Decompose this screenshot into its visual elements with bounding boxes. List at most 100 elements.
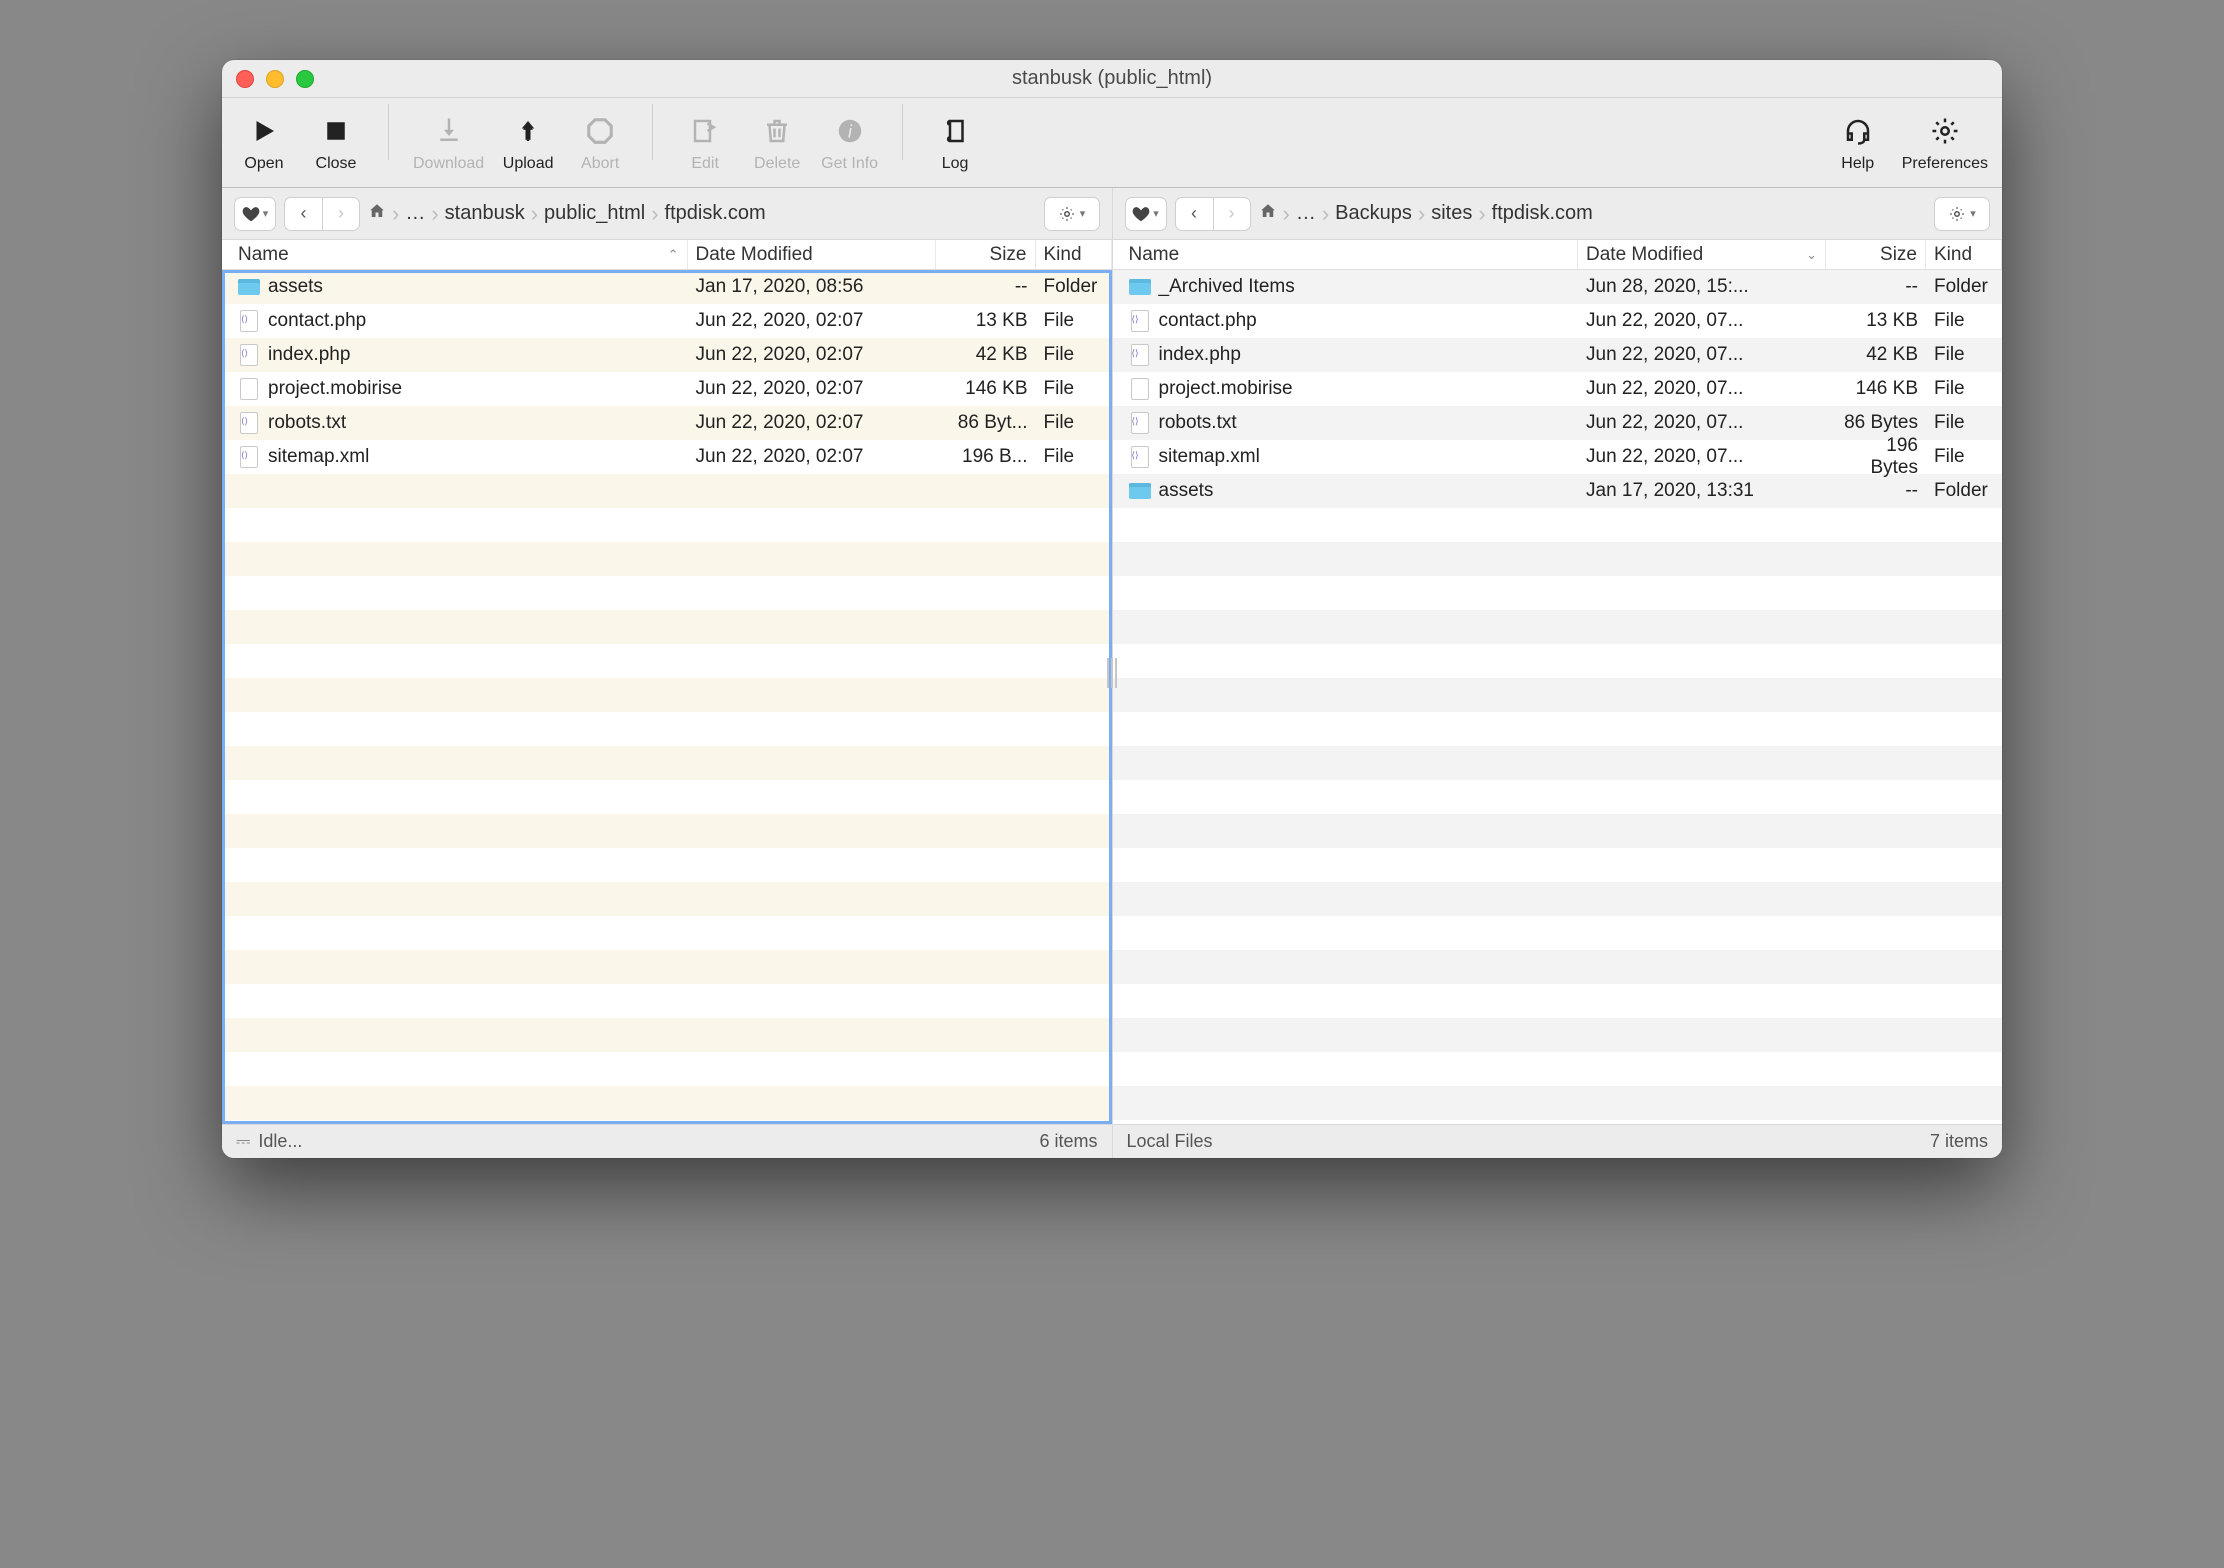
file-row[interactable]: index.phpJun 22, 2020, 02:0742 KBFile xyxy=(222,338,1112,372)
favorites-button[interactable]: ▾ xyxy=(1125,197,1167,231)
remote-breadcrumb[interactable]: › … › stanbusk › public_html › ftpdisk.c… xyxy=(368,201,1036,227)
file-row[interactable]: sitemap.xmlJun 22, 2020, 02:07196 B...Fi… xyxy=(222,440,1112,474)
column-kind[interactable]: Kind xyxy=(1036,240,1112,269)
close-window-button[interactable] xyxy=(236,70,254,88)
file-name: assets xyxy=(1159,480,1214,502)
empty-row xyxy=(222,1018,1112,1052)
edit-button[interactable]: Edit xyxy=(677,109,733,173)
file-icon xyxy=(1129,412,1151,434)
empty-row xyxy=(1113,882,2003,916)
titlebar[interactable]: stanbusk (public_html) xyxy=(222,60,2002,98)
file-row[interactable]: project.mobiriseJun 22, 2020, 07...146 K… xyxy=(1113,372,2003,406)
folder-icon xyxy=(1129,480,1151,502)
minimize-window-button[interactable] xyxy=(266,70,284,88)
file-name: contact.php xyxy=(268,310,366,332)
traffic-lights xyxy=(236,70,314,88)
back-button[interactable]: ‹ xyxy=(284,197,322,231)
forward-button[interactable]: › xyxy=(1213,197,1251,231)
edit-icon xyxy=(690,109,720,153)
file-row[interactable]: index.phpJun 22, 2020, 07...42 KBFile xyxy=(1113,338,2003,372)
getinfo-button[interactable]: i Get Info xyxy=(821,109,878,173)
empty-row xyxy=(1113,950,2003,984)
status-text: Local Files xyxy=(1127,1131,1213,1152)
file-row[interactable]: assetsJan 17, 2020, 13:31--Folder xyxy=(1113,474,2003,508)
remote-statusbar: ⎓ Idle... 6 items xyxy=(222,1124,1112,1158)
empty-row xyxy=(222,508,1112,542)
file-row[interactable]: project.mobiriseJun 22, 2020, 02:07146 K… xyxy=(222,372,1112,406)
file-kind: File xyxy=(1036,412,1112,434)
folder-icon xyxy=(238,276,260,298)
empty-row xyxy=(1113,746,2003,780)
local-statusbar: Local Files 7 items xyxy=(1113,1124,2003,1158)
empty-row xyxy=(222,950,1112,984)
empty-row xyxy=(1113,780,2003,814)
file-size: 13 KB xyxy=(936,310,1036,332)
empty-row xyxy=(222,984,1112,1018)
home-icon[interactable] xyxy=(368,202,386,226)
file-date: Jun 22, 2020, 07... xyxy=(1578,310,1826,332)
log-icon xyxy=(940,109,970,153)
file-date: Jun 22, 2020, 07... xyxy=(1578,344,1826,366)
file-row[interactable]: contact.phpJun 22, 2020, 02:0713 KBFile xyxy=(222,304,1112,338)
stop-icon xyxy=(321,109,351,153)
file-icon xyxy=(238,412,260,434)
empty-row xyxy=(222,780,1112,814)
column-name[interactable]: Name ⌃ xyxy=(230,240,688,269)
favorites-button[interactable]: ▾ xyxy=(234,197,276,231)
empty-row xyxy=(222,1052,1112,1086)
file-date: Jun 22, 2020, 02:07 xyxy=(688,446,936,468)
back-button[interactable]: ‹ xyxy=(1175,197,1213,231)
preferences-button[interactable]: Preferences xyxy=(1902,109,1988,173)
file-date: Jun 28, 2020, 15:... xyxy=(1578,276,1826,298)
remote-actions-menu[interactable]: ▾ xyxy=(1044,197,1100,231)
local-pathbar: ▾ ‹ › › … › Backups › sites › xyxy=(1113,188,2003,240)
local-actions-menu[interactable]: ▾ xyxy=(1934,197,1990,231)
delete-button[interactable]: Delete xyxy=(749,109,805,173)
connection-icon: ⎓ xyxy=(236,1131,250,1152)
local-file-list[interactable]: _Archived ItemsJun 28, 2020, 15:...--Fol… xyxy=(1113,270,2003,1124)
file-name: project.mobirise xyxy=(268,378,402,400)
home-icon[interactable] xyxy=(1259,202,1277,226)
column-size[interactable]: Size xyxy=(1826,240,1926,269)
file-row[interactable]: robots.txtJun 22, 2020, 02:0786 Byt...Fi… xyxy=(222,406,1112,440)
file-size: -- xyxy=(936,276,1036,298)
remote-nav: ‹ › xyxy=(284,197,360,231)
close-button[interactable]: Close xyxy=(308,109,364,173)
file-row[interactable]: assetsJan 17, 2020, 08:56--Folder xyxy=(222,270,1112,304)
file-size: 146 KB xyxy=(1826,378,1926,400)
open-button[interactable]: Open xyxy=(236,109,292,173)
abort-icon xyxy=(585,109,615,153)
trash-icon xyxy=(762,109,792,153)
file-row[interactable]: sitemap.xmlJun 22, 2020, 07...196 BytesF… xyxy=(1113,440,2003,474)
empty-row xyxy=(222,542,1112,576)
help-button[interactable]: Help xyxy=(1830,109,1886,173)
log-button[interactable]: Log xyxy=(927,109,983,173)
file-icon xyxy=(1129,378,1151,400)
local-breadcrumb[interactable]: › … › Backups › sites › ftpdisk.com xyxy=(1259,201,1927,227)
column-kind[interactable]: Kind xyxy=(1926,240,2002,269)
forward-button[interactable]: › xyxy=(322,197,360,231)
file-name: sitemap.xml xyxy=(1159,446,1260,468)
file-name: index.php xyxy=(1159,344,1241,366)
file-kind: File xyxy=(1036,446,1112,468)
column-name[interactable]: Name xyxy=(1121,240,1579,269)
file-kind: File xyxy=(1036,378,1112,400)
remote-file-list[interactable]: assetsJan 17, 2020, 08:56--Foldercontact… xyxy=(222,270,1112,1124)
download-button[interactable]: Download xyxy=(413,109,484,173)
file-row[interactable]: _Archived ItemsJun 28, 2020, 15:...--Fol… xyxy=(1113,270,2003,304)
item-count: 6 items xyxy=(1039,1131,1097,1152)
column-date[interactable]: Date Modified ⌄ xyxy=(1578,240,1826,269)
column-date[interactable]: Date Modified xyxy=(688,240,936,269)
file-icon xyxy=(238,344,260,366)
abort-button[interactable]: Abort xyxy=(572,109,628,173)
file-kind: File xyxy=(1926,412,2002,434)
item-count: 7 items xyxy=(1930,1131,1988,1152)
file-name: sitemap.xml xyxy=(268,446,369,468)
empty-row xyxy=(1113,678,2003,712)
column-size[interactable]: Size xyxy=(936,240,1036,269)
file-icon xyxy=(1129,446,1151,468)
zoom-window-button[interactable] xyxy=(296,70,314,88)
file-row[interactable]: contact.phpJun 22, 2020, 07...13 KBFile xyxy=(1113,304,2003,338)
upload-button[interactable]: Upload xyxy=(500,109,556,173)
empty-row xyxy=(1113,644,2003,678)
